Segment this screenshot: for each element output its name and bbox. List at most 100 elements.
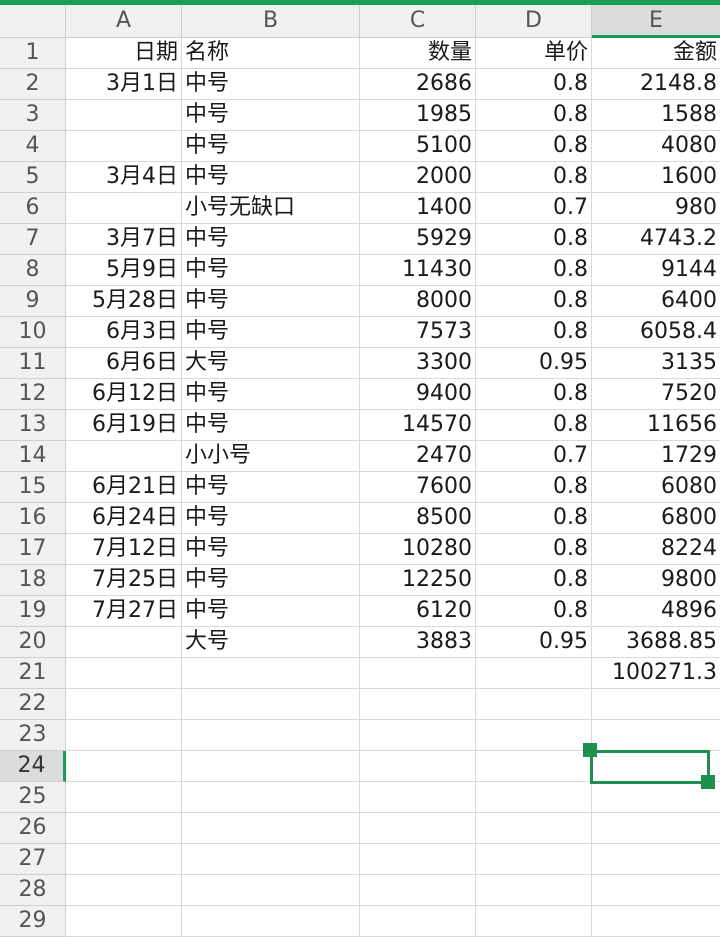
cell-b[interactable]: 中号 [182,410,360,441]
cell-c[interactable] [360,658,476,689]
cell-b[interactable]: 中号 [182,472,360,503]
cell-d[interactable]: 0.8 [476,286,592,317]
cell-b[interactable]: 大号 [182,348,360,379]
cell-c[interactable]: 6120 [360,596,476,627]
cell-c[interactable]: 11430 [360,255,476,286]
cell-a[interactable] [66,782,182,813]
cell-a[interactable] [66,100,182,131]
cell-c[interactable]: 2686 [360,69,476,100]
cell-a[interactable] [66,658,182,689]
row-header[interactable]: 6 [0,193,66,224]
cell-a[interactable]: 6月24日 [66,503,182,534]
cell-d[interactable]: 0.8 [476,100,592,131]
cell-d[interactable] [476,906,592,937]
cell-b[interactable] [182,844,360,875]
cell-e[interactable] [592,906,720,937]
cell-b[interactable]: 中号 [182,100,360,131]
row-header[interactable]: 29 [0,906,66,937]
cell-d[interactable]: 0.8 [476,379,592,410]
cell-b[interactable] [182,906,360,937]
cell-a[interactable]: 3月4日 [66,162,182,193]
cell-b[interactable]: 中号 [182,69,360,100]
cell-c[interactable]: 3300 [360,348,476,379]
cell-c[interactable] [360,906,476,937]
cell-c[interactable] [360,875,476,906]
cell-a[interactable]: 7月25日 [66,565,182,596]
cell-b[interactable]: 大号 [182,627,360,658]
row-header[interactable]: 26 [0,813,66,844]
row-header[interactable]: 17 [0,534,66,565]
cell-e[interactable]: 980 [592,193,720,224]
cell-c[interactable]: 14570 [360,410,476,441]
cell-a[interactable]: 7月27日 [66,596,182,627]
cell-a[interactable] [66,844,182,875]
row-header[interactable]: 5 [0,162,66,193]
cell-c[interactable] [360,813,476,844]
cell-c[interactable]: 7600 [360,472,476,503]
cell-e[interactable]: 1729 [592,441,720,472]
row-header[interactable]: 10 [0,317,66,348]
cell-e[interactable] [592,813,720,844]
row-header[interactable]: 14 [0,441,66,472]
cell-a[interactable] [66,689,182,720]
cell-e[interactable]: 4896 [592,596,720,627]
cell-a[interactable]: 6月3日 [66,317,182,348]
cell-d[interactable] [476,782,592,813]
row-header[interactable]: 22 [0,689,66,720]
cell-e[interactable] [592,720,720,751]
cell-a[interactable] [66,627,182,658]
cell-c[interactable] [360,782,476,813]
row-header[interactable]: 9 [0,286,66,317]
cell-e[interactable]: 金额 [592,38,720,69]
cell-d[interactable]: 0.8 [476,131,592,162]
cell-b[interactable] [182,720,360,751]
cell-d[interactable]: 0.8 [476,317,592,348]
cell-d[interactable]: 0.7 [476,193,592,224]
cell-b[interactable] [182,782,360,813]
row-header[interactable]: 16 [0,503,66,534]
cell-b[interactable]: 小号无缺口 [182,193,360,224]
row-header[interactable]: 11 [0,348,66,379]
cell-d[interactable]: 单价 [476,38,592,69]
cell-b[interactable]: 中号 [182,596,360,627]
row-header[interactable]: 1 [0,38,66,69]
row-header[interactable]: 3 [0,100,66,131]
cell-c[interactable] [360,689,476,720]
cell-b[interactable] [182,658,360,689]
cell-b[interactable]: 中号 [182,255,360,286]
cell-d[interactable] [476,844,592,875]
cell-b[interactable]: 中号 [182,379,360,410]
row-header[interactable]: 23 [0,720,66,751]
cell-c[interactable]: 5929 [360,224,476,255]
cell-d[interactable] [476,720,592,751]
cell-d[interactable] [476,813,592,844]
cell-b[interactable]: 中号 [182,224,360,255]
cell-e[interactable]: 6058.4 [592,317,720,348]
cell-e[interactable]: 6400 [592,286,720,317]
cell-d[interactable]: 0.8 [476,224,592,255]
cell-b[interactable] [182,751,360,782]
cell-c[interactable] [360,720,476,751]
cell-d[interactable] [476,689,592,720]
row-header[interactable]: 12 [0,379,66,410]
cell-e[interactable]: 4743.2 [592,224,720,255]
selection-handle-top-left[interactable] [583,743,597,757]
row-header[interactable]: 21 [0,658,66,689]
cell-a[interactable]: 3月7日 [66,224,182,255]
cell-a[interactable] [66,813,182,844]
cell-d[interactable]: 0.8 [476,503,592,534]
cell-b[interactable]: 中号 [182,317,360,348]
cell-a[interactable]: 6月19日 [66,410,182,441]
row-header[interactable]: 13 [0,410,66,441]
cell-a[interactable]: 5月9日 [66,255,182,286]
cell-e[interactable]: 3135 [592,348,720,379]
row-header[interactable]: 4 [0,131,66,162]
cell-d[interactable]: 0.8 [476,162,592,193]
cell-e[interactable]: 7520 [592,379,720,410]
cell-d[interactable]: 0.8 [476,565,592,596]
cell-a[interactable] [66,131,182,162]
cell-e[interactable] [592,689,720,720]
column-header-e[interactable]: E [592,5,720,38]
row-header[interactable]: 2 [0,69,66,100]
cell-e[interactable]: 2148.8 [592,69,720,100]
